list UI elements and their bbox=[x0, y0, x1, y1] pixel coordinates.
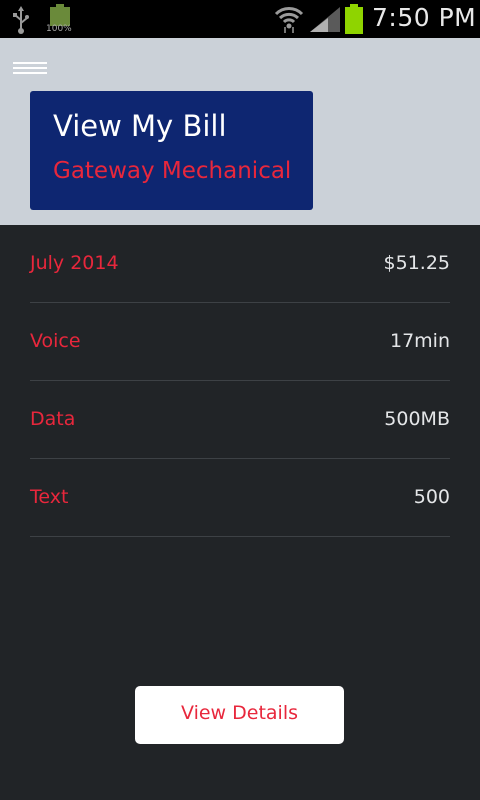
clock-time: 7:50 PM bbox=[372, 3, 477, 32]
bill-row-text: Text 500 bbox=[30, 459, 450, 537]
menu-button[interactable] bbox=[10, 58, 50, 80]
usb-icon bbox=[12, 6, 30, 38]
signal-icon bbox=[310, 7, 340, 36]
bill-summary-list: July 2014 $51.25 Voice 17min Data 500MB … bbox=[30, 225, 450, 537]
battery-percent-label: 100% bbox=[46, 24, 72, 34]
bill-row-voice: Voice 17min bbox=[30, 303, 450, 381]
battery-icon bbox=[344, 4, 364, 38]
row-label: Data bbox=[30, 408, 76, 430]
wifi-icon bbox=[274, 5, 304, 37]
row-label: Text bbox=[30, 486, 69, 508]
view-details-label: View Details bbox=[181, 702, 298, 724]
row-value: 500 bbox=[413, 486, 450, 508]
view-details-button[interactable]: View Details bbox=[135, 686, 344, 744]
title-card: View My Bill Gateway Mechanical bbox=[30, 91, 313, 210]
bill-row-data: Data 500MB bbox=[30, 381, 450, 459]
status-bar: 100% 7:50 PM bbox=[0, 0, 480, 38]
account-name: Gateway Mechanical bbox=[53, 158, 292, 184]
bill-row-period: July 2014 $51.25 bbox=[30, 225, 450, 303]
row-label: July 2014 bbox=[30, 252, 119, 274]
page-title: View My Bill bbox=[53, 109, 227, 143]
row-value: 500MB bbox=[384, 408, 450, 430]
row-label: Voice bbox=[30, 330, 81, 352]
row-value: 17min bbox=[389, 330, 450, 352]
row-value: $51.25 bbox=[383, 252, 450, 274]
